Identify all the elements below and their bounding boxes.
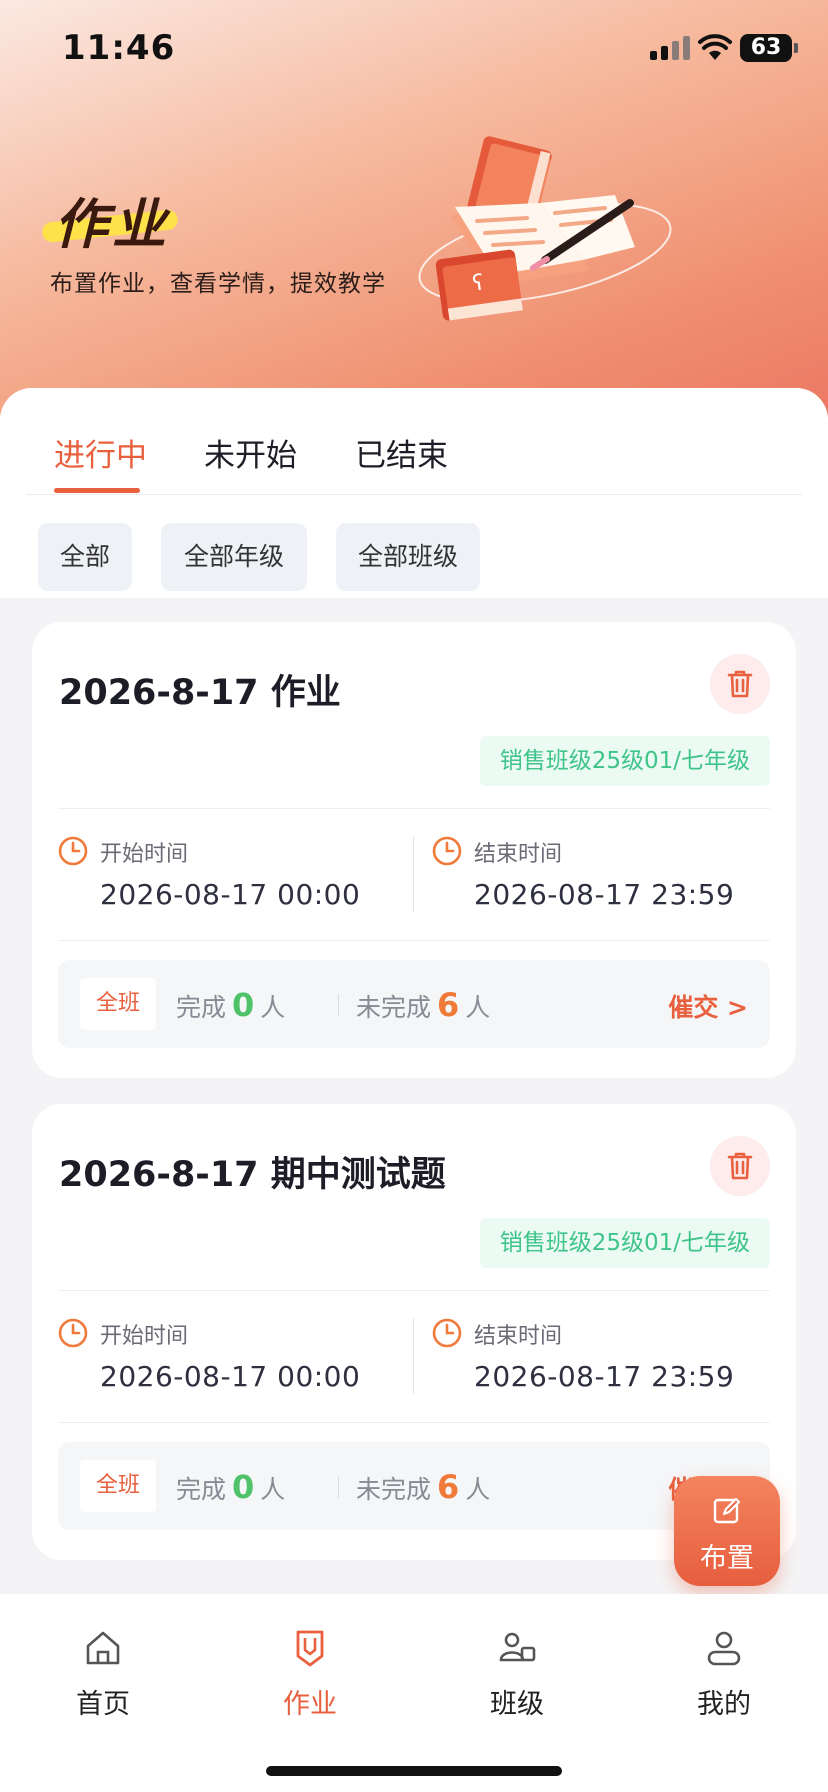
filter-all-grades[interactable]: 全部年级 — [161, 523, 307, 591]
clock-icon — [432, 836, 462, 866]
scope-badge: 全班 — [80, 1460, 156, 1512]
edit-icon — [713, 1497, 741, 1524]
delete-button[interactable] — [710, 654, 770, 714]
tab-ended[interactable]: 已结束 — [355, 430, 448, 475]
signal-icon — [650, 36, 690, 60]
filter-all[interactable]: 全部 — [38, 523, 132, 591]
tab-active-indicator — [54, 488, 140, 493]
undone-count: 6 — [437, 1468, 460, 1506]
end-time-label: 结束时间 — [474, 1324, 563, 1349]
homework-title: 2026-8-17 期中测试题 — [59, 1155, 446, 1195]
class-tag: 销售班级25级01/七年级 — [479, 1218, 770, 1268]
page-subtitle: 布置作业，查看学情，提效教学 — [50, 271, 386, 297]
divider — [58, 940, 770, 941]
divider — [58, 1422, 770, 1423]
nav-home[interactable]: 首页 — [43, 1628, 163, 1721]
end-time-label: 结束时间 — [474, 842, 563, 867]
filter-all-classes[interactable]: 全部班级 — [336, 523, 480, 591]
divider — [58, 1290, 770, 1291]
home-indicator — [266, 1766, 562, 1776]
time-divider — [413, 836, 414, 912]
home-icon — [86, 1631, 120, 1665]
status-bar: 11:46 63 — [0, 0, 828, 100]
clock-icon — [58, 836, 88, 866]
nav-homework[interactable]: 作业 — [250, 1628, 370, 1721]
class-tag: 销售班级25级01/七年级 — [479, 736, 770, 786]
wifi-icon — [698, 34, 732, 60]
done-stat: 完成 0 人 — [176, 986, 286, 1024]
homework-title: 2026-8-17 作业 — [59, 673, 341, 713]
nav-profile[interactable]: 我的 — [664, 1628, 784, 1721]
end-time-value: 2026-08-17 23:59 — [474, 1360, 735, 1393]
tab-not-started[interactable]: 未开始 — [204, 430, 297, 475]
time-divider — [413, 1318, 414, 1394]
homework-card[interactable]: 2026-8-17 作业 销售班级25级01/七年级 开始时间 2026-08-… — [32, 622, 796, 1078]
divider — [58, 808, 770, 809]
end-time-value: 2026-08-17 23:59 — [474, 878, 735, 911]
done-count: 0 — [232, 1468, 255, 1506]
nav-class[interactable]: 班级 — [457, 1628, 577, 1721]
tab-divider — [26, 494, 802, 495]
scope-badge: 全班 — [80, 978, 156, 1030]
start-time-label: 开始时间 — [100, 1324, 189, 1349]
undone-stat: 未完成 6 人 — [356, 986, 491, 1024]
battery-icon: 63 — [740, 34, 798, 62]
start-time-value: 2026-08-17 00:00 — [100, 878, 361, 911]
done-count: 0 — [232, 986, 255, 1024]
done-stat: 完成 0 人 — [176, 1468, 286, 1506]
trash-icon — [727, 1152, 753, 1180]
delete-button[interactable] — [710, 1136, 770, 1196]
trash-icon — [727, 670, 753, 698]
class-icon — [499, 1632, 536, 1662]
clock-icon — [432, 1318, 462, 1348]
tab-in-progress[interactable]: 进行中 — [54, 430, 147, 475]
homework-icon — [296, 1630, 324, 1667]
assign-label: 布置 — [700, 1543, 754, 1574]
start-time-value: 2026-08-17 00:00 — [100, 1360, 361, 1393]
undone-stat: 未完成 6 人 — [356, 1468, 491, 1506]
completion-stats: 全班 完成0人 未完成6人 催交 > — [58, 960, 770, 1048]
profile-icon — [707, 1631, 741, 1666]
books-illustration: ʕ — [418, 136, 672, 321]
status-time: 11:46 — [62, 28, 176, 68]
page-title: 作业 — [41, 180, 179, 259]
undone-count: 6 — [437, 986, 460, 1024]
completion-stats: 全班 完成0人 未完成6人 催交 > — [58, 1442, 770, 1530]
clock-icon — [58, 1318, 88, 1348]
start-time-label: 开始时间 — [100, 842, 189, 867]
assign-homework-button[interactable]: 布置 — [674, 1476, 780, 1586]
urge-submit-button[interactable]: 催交 > — [668, 988, 748, 1024]
